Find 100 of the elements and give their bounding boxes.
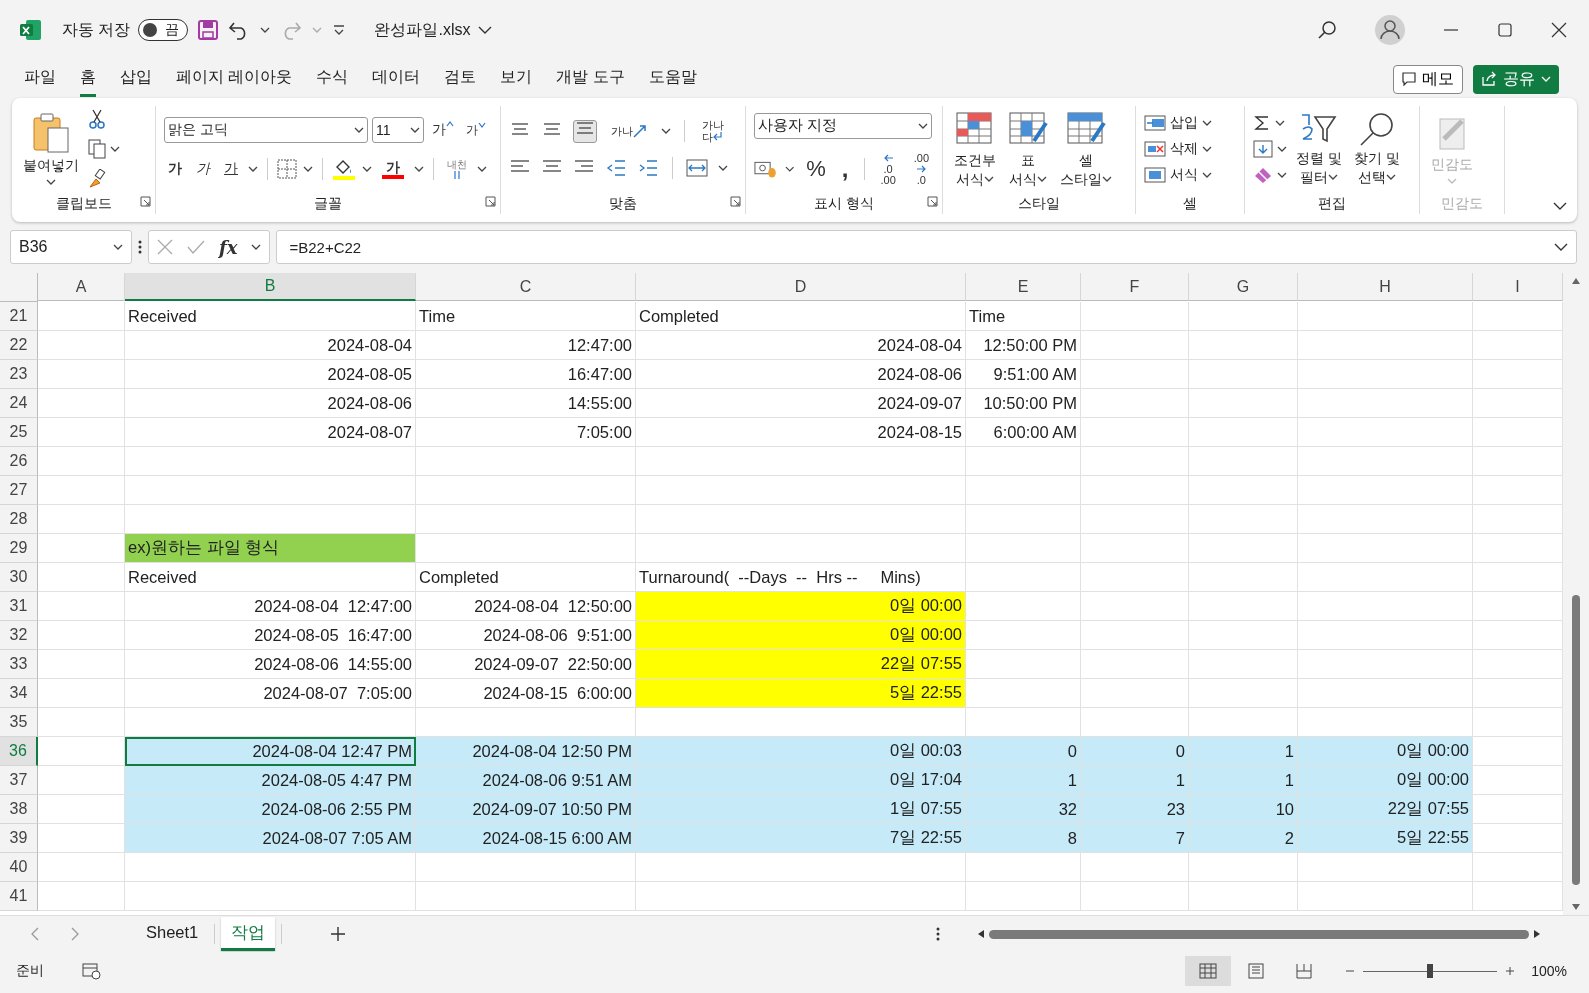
conditional-format-button[interactable]: 조건부 서식: [951, 109, 999, 189]
save-icon[interactable]: [198, 20, 219, 40]
caret-icon[interactable]: [1277, 170, 1287, 180]
caret-icon[interactable]: [414, 164, 424, 174]
sheet-cell[interactable]: 2024-08-07 7:05 AM: [125, 824, 416, 853]
caret-icon[interactable]: [248, 164, 258, 174]
sheet-cell[interactable]: [636, 534, 966, 563]
share-button[interactable]: 공유: [1473, 64, 1559, 94]
autosave-toggle[interactable]: 끔: [138, 19, 189, 41]
decrease-indent-icon[interactable]: [605, 159, 627, 177]
sheet-cell[interactable]: 2024-08-04 12:47 PM: [125, 737, 416, 766]
sheet-cell[interactable]: [416, 447, 636, 476]
sheet-cell[interactable]: [1189, 447, 1298, 476]
more-icon[interactable]: [936, 927, 941, 941]
more-icon[interactable]: [138, 240, 142, 254]
merge-cells-icon[interactable]: [686, 158, 708, 178]
bold-button[interactable]: 가: [164, 160, 186, 178]
insert-cells-button[interactable]: 삽입: [1144, 114, 1212, 132]
sheet-cell[interactable]: 2024-08-04: [636, 331, 966, 360]
sheet-cell[interactable]: [1298, 592, 1473, 621]
sheet-cell[interactable]: Received: [125, 302, 416, 331]
sheet-cell[interactable]: [966, 476, 1081, 505]
caret-icon[interactable]: [260, 25, 271, 35]
column-header[interactable]: H: [1298, 273, 1473, 301]
sheet-cell[interactable]: 7:05:00: [416, 418, 636, 447]
column-header[interactable]: F: [1081, 273, 1189, 301]
column-header[interactable]: G: [1189, 273, 1298, 301]
eraser-icon[interactable]: [1253, 166, 1273, 184]
sheet-cell[interactable]: [1298, 679, 1473, 708]
sheet-cell[interactable]: [38, 447, 125, 476]
sheet-cell[interactable]: [1081, 331, 1189, 360]
sheet-cell[interactable]: [125, 447, 416, 476]
sheet-cell[interactable]: Time: [966, 302, 1081, 331]
menu-tab[interactable]: 보기: [500, 61, 533, 97]
sheet-cell[interactable]: 1: [1189, 737, 1298, 766]
collapse-ribbon-icon[interactable]: [1553, 201, 1567, 211]
sheet-cell[interactable]: 10: [1189, 795, 1298, 824]
menu-tab[interactable]: 페이지 레이아웃: [176, 61, 293, 97]
sheet-cell[interactable]: [1298, 331, 1473, 360]
sheet-cell[interactable]: 2024-08-06 14:55:00: [125, 650, 416, 679]
caret-icon[interactable]: [784, 164, 795, 174]
sheet-cell[interactable]: 10:50:00 PM: [966, 389, 1081, 418]
sheet-cell[interactable]: [38, 592, 125, 621]
sheet-cell[interactable]: [1081, 853, 1189, 882]
sheet-cell[interactable]: 2024-08-15: [636, 418, 966, 447]
sheet-cell[interactable]: [416, 534, 636, 563]
sheet-cell[interactable]: [1189, 302, 1298, 331]
memo-button[interactable]: 메모: [1393, 64, 1463, 94]
sheet-cell[interactable]: [1298, 476, 1473, 505]
caret-icon[interactable]: [362, 164, 372, 174]
file-name[interactable]: 완성파일.xlsx: [374, 19, 471, 41]
sheet-cell[interactable]: [1189, 563, 1298, 592]
font-name-dropdown[interactable]: 맑은 고딕: [164, 117, 368, 143]
sheet-cell[interactable]: [966, 650, 1081, 679]
row-header[interactable]: 28: [0, 505, 38, 534]
menu-tab[interactable]: 파일: [24, 61, 56, 97]
sheet-cell[interactable]: 23: [1081, 795, 1189, 824]
sheet-cell[interactable]: [636, 882, 966, 911]
orientation-button[interactable]: 가나: [607, 123, 651, 139]
sheet-cell[interactable]: [125, 882, 416, 911]
phonetic-button[interactable]: 내천: [443, 159, 471, 179]
sheet-cell[interactable]: 2024-09-07 10:50 PM: [416, 795, 636, 824]
menu-tab[interactable]: 검토: [444, 61, 477, 97]
row-header[interactable]: 26: [0, 447, 38, 476]
sheet-cell[interactable]: [1081, 679, 1189, 708]
select-all-corner[interactable]: [0, 273, 38, 302]
sheet-cell[interactable]: 2024-08-15 6:00:00: [416, 679, 636, 708]
sheet-cell[interactable]: [966, 447, 1081, 476]
sheet-cell[interactable]: 9:51:00 AM: [966, 360, 1081, 389]
find-select-button[interactable]: 찾기 및 선택: [1350, 111, 1403, 187]
delete-cells-button[interactable]: 삭제: [1144, 140, 1212, 158]
caret-icon[interactable]: [718, 163, 728, 173]
sheet-cell[interactable]: [1189, 331, 1298, 360]
sheet-cell[interactable]: 2024-08-05 16:47:00: [125, 621, 416, 650]
formula-field[interactable]: =B22+C22: [276, 230, 1577, 264]
row-header[interactable]: 38: [0, 795, 38, 824]
sheet-cell[interactable]: [1298, 853, 1473, 882]
sheet-cell[interactable]: 2024-08-05: [125, 360, 416, 389]
caret-icon[interactable]: [113, 242, 123, 252]
caret-icon[interactable]: [1275, 118, 1285, 128]
sheet-cell[interactable]: [966, 534, 1081, 563]
column-header[interactable]: B: [125, 273, 416, 301]
normal-view-button[interactable]: [1185, 956, 1232, 986]
sheet-cell[interactable]: [1189, 389, 1298, 418]
row-header[interactable]: 41: [0, 882, 38, 911]
menu-tab[interactable]: 삽입: [120, 61, 152, 97]
sheet-cell[interactable]: [38, 708, 125, 737]
sheet-cell[interactable]: [1298, 563, 1473, 592]
sheet-cell[interactable]: [1298, 534, 1473, 563]
sheet-cell[interactable]: 7일 22:55: [636, 824, 966, 853]
sheet-cell[interactable]: 0일 00:00: [1298, 737, 1473, 766]
row-header[interactable]: 40: [0, 853, 38, 882]
sheet-cell[interactable]: [1298, 302, 1473, 331]
sheet-cell[interactable]: 5일 22:55: [1298, 824, 1473, 853]
sheet-tab[interactable]: 작업: [221, 917, 276, 951]
sheet-cell[interactable]: 2024-08-04 12:50 PM: [416, 737, 636, 766]
scroll-right-icon[interactable]: [1533, 929, 1541, 939]
scroll-down-icon[interactable]: [1571, 903, 1581, 911]
sheet-cell[interactable]: 2024-09-07: [636, 389, 966, 418]
row-header[interactable]: 22: [0, 331, 38, 360]
